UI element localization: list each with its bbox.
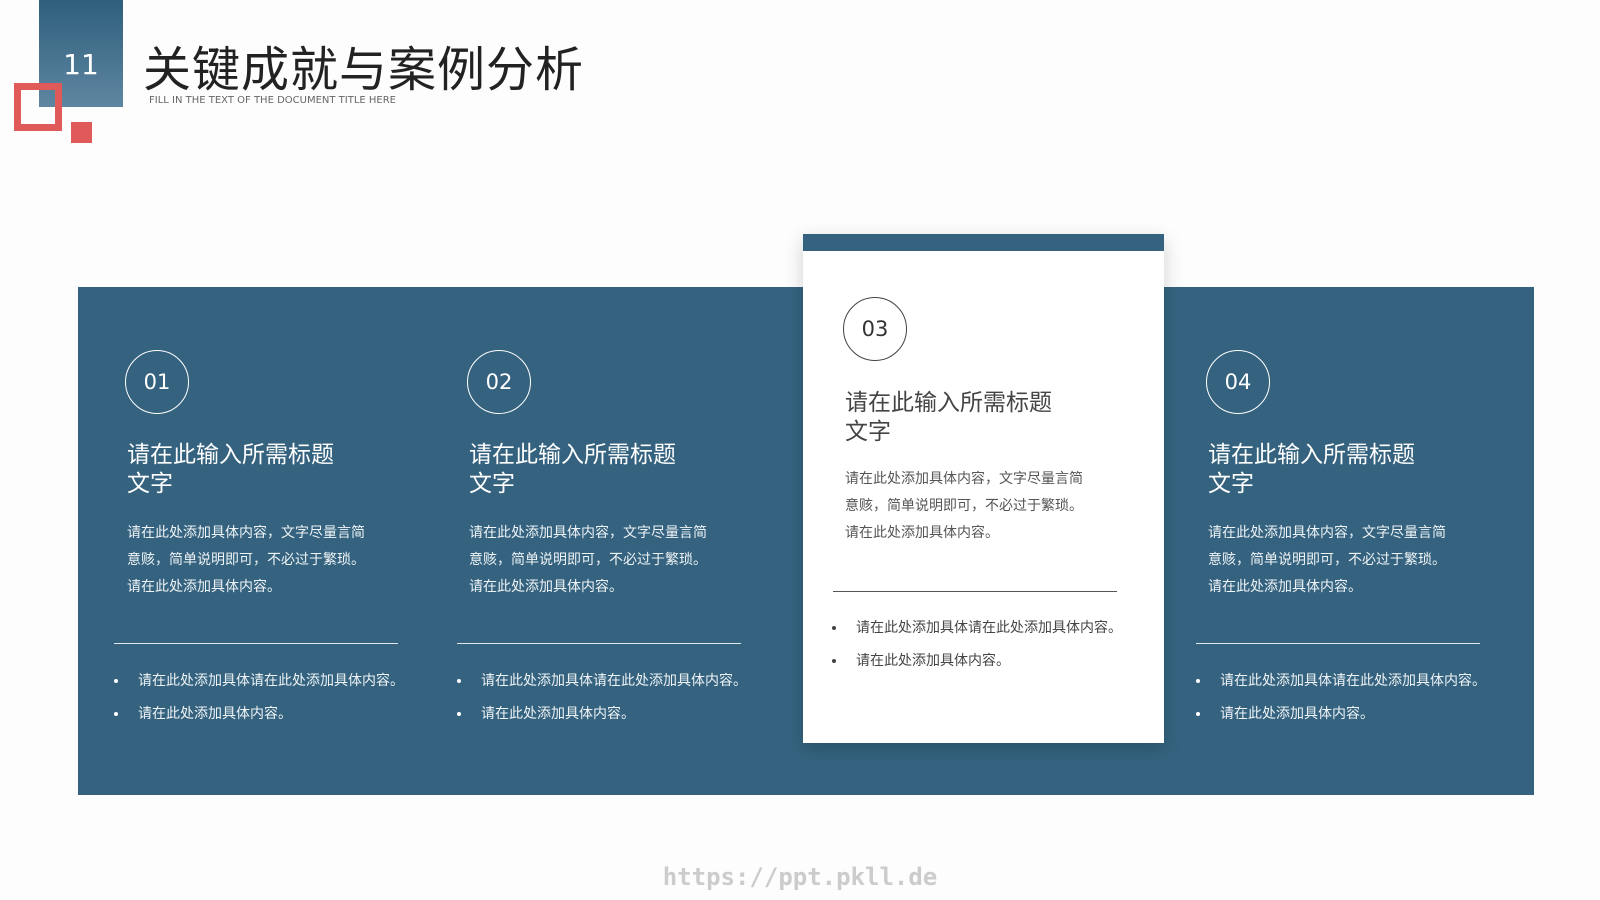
card-title-line: 文字 — [127, 471, 173, 497]
card-bullet-list: 请在此处添加具体请在此处添加具体内容。 请在此处添加具体内容。 — [832, 612, 1162, 678]
decorative-solid-square — [71, 122, 92, 143]
bullet-item: 请在此处添加具体内容。 — [1196, 698, 1526, 731]
bullet-dot-icon — [457, 679, 461, 683]
card-description: 请在此处添加具体内容，文字尽量言简 意赅，简单说明即可，不必过于繁琐。 请在此处… — [1208, 520, 1478, 601]
card-bullet-list: 请在此处添加具体请在此处添加具体内容。 请在此处添加具体内容。 — [114, 665, 474, 731]
bullet-text: 请在此处添加具体内容。 — [1220, 706, 1374, 722]
card-bullet-list: 请在此处添加具体请在此处添加具体内容。 请在此处添加具体内容。 — [457, 665, 817, 731]
card-description: 请在此处添加具体内容，文字尽量言简 意赅，简单说明即可，不必过于繁琐。 请在此处… — [127, 520, 397, 601]
bullet-item: 请在此处添加具体内容。 — [114, 698, 474, 731]
bullet-text: 请在此处添加具体请在此处添加具体内容。 — [481, 673, 747, 689]
card-description-line: 请在此处添加具体内容，文字尽量言简 — [1208, 525, 1446, 541]
bullet-dot-icon — [114, 679, 118, 683]
bullet-item: 请在此处添加具体请在此处添加具体内容。 — [832, 612, 1162, 645]
card-description-line: 请在此处添加具体内容。 — [127, 579, 281, 595]
bullet-dot-icon — [832, 659, 836, 663]
card-description-line: 请在此处添加具体内容。 — [469, 579, 623, 595]
card-title: 请在此输入所需标题 文字 — [469, 441, 719, 499]
bullet-text: 请在此处添加具体请在此处添加具体内容。 — [856, 620, 1122, 636]
card-description: 请在此处添加具体内容，文字尽量言简 意赅，简单说明即可，不必过于繁琐。 请在此处… — [845, 466, 1115, 547]
card-title: 请在此输入所需标题 文字 — [127, 441, 377, 499]
bullet-dot-icon — [457, 712, 461, 716]
card-bullet-list: 请在此处添加具体请在此处添加具体内容。 请在此处添加具体内容。 — [1196, 665, 1526, 731]
card-description-line: 意赅，简单说明即可，不必过于繁琐。 — [1208, 552, 1446, 568]
card-title-line: 文字 — [469, 471, 515, 497]
card-description: 请在此处添加具体内容，文字尽量言简 意赅，简单说明即可，不必过于繁琐。 请在此处… — [469, 520, 739, 601]
card-description-line: 请在此处添加具体内容，文字尽量言简 — [845, 471, 1083, 487]
decorative-outline-square — [14, 83, 62, 131]
card-divider — [457, 643, 741, 644]
number-circle: 03 — [843, 297, 907, 361]
number-circle: 02 — [467, 350, 531, 414]
bullet-text: 请在此处添加具体内容。 — [856, 653, 1010, 669]
bullet-dot-icon — [114, 712, 118, 716]
card-title-line: 文字 — [845, 419, 891, 445]
bullet-dot-icon — [1196, 679, 1200, 683]
highlight-card-top-bar — [803, 234, 1164, 251]
card-description-line: 请在此处添加具体内容。 — [1208, 579, 1362, 595]
card-title-line: 请在此输入所需标题 — [845, 390, 1052, 416]
bullet-dot-icon — [832, 626, 836, 630]
watermark: https://ppt.pkll.de — [662, 863, 938, 891]
page-subtitle: FILL IN THE TEXT OF THE DOCUMENT TITLE H… — [149, 95, 396, 106]
card-description-line: 请在此处添加具体内容，文字尽量言简 — [127, 525, 365, 541]
bullet-item: 请在此处添加具体请在此处添加具体内容。 — [114, 665, 474, 698]
slide-number: 11 — [63, 48, 99, 81]
bullet-text: 请在此处添加具体内容。 — [138, 706, 292, 722]
card-description-line: 意赅，简单说明即可，不必过于繁琐。 — [845, 498, 1083, 514]
bullet-item: 请在此处添加具体请在此处添加具体内容。 — [457, 665, 817, 698]
card-title: 请在此输入所需标题 文字 — [845, 389, 1095, 447]
number-circle: 04 — [1206, 350, 1270, 414]
page-title: 关键成就与案例分析 — [143, 42, 585, 98]
number-circle: 01 — [125, 350, 189, 414]
bullet-text: 请在此处添加具体内容。 — [481, 706, 635, 722]
card-title-line: 请在此输入所需标题 — [469, 442, 676, 468]
bullet-text: 请在此处添加具体请在此处添加具体内容。 — [1220, 673, 1486, 689]
bullet-item: 请在此处添加具体内容。 — [457, 698, 817, 731]
card-title-line: 文字 — [1208, 471, 1254, 497]
card-title-line: 请在此输入所需标题 — [1208, 442, 1415, 468]
card-title-line: 请在此输入所需标题 — [127, 442, 334, 468]
card-divider — [833, 591, 1117, 592]
card-description-line: 意赅，简单说明即可，不必过于繁琐。 — [127, 552, 365, 568]
card-description-line: 意赅，简单说明即可，不必过于繁琐。 — [469, 552, 707, 568]
bullet-item: 请在此处添加具体内容。 — [832, 645, 1162, 678]
card-description-line: 请在此处添加具体内容，文字尽量言简 — [469, 525, 707, 541]
card-title: 请在此输入所需标题 文字 — [1208, 441, 1458, 499]
bullet-dot-icon — [1196, 712, 1200, 716]
card-divider — [114, 643, 398, 644]
bullet-item: 请在此处添加具体请在此处添加具体内容。 — [1196, 665, 1526, 698]
bullet-text: 请在此处添加具体请在此处添加具体内容。 — [138, 673, 404, 689]
card-divider — [1196, 643, 1480, 644]
card-description-line: 请在此处添加具体内容。 — [845, 525, 999, 541]
